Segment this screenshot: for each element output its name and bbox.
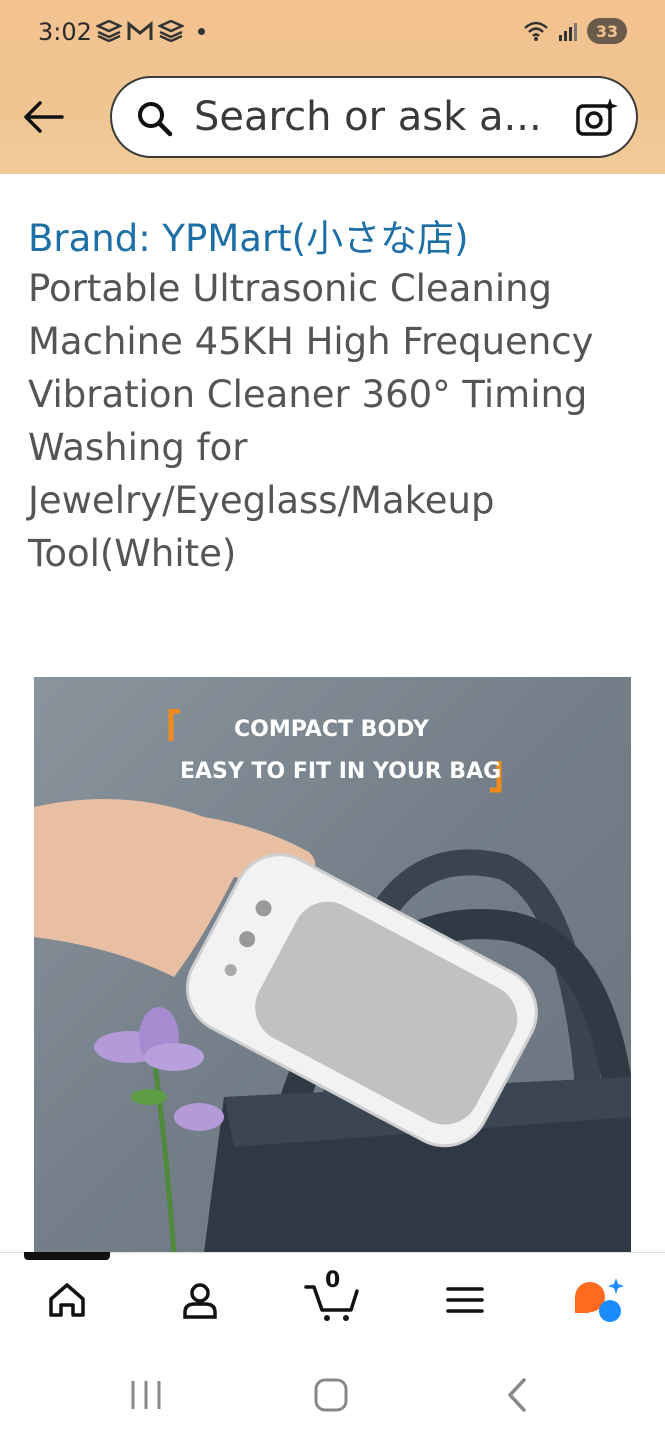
search-icon — [136, 100, 174, 142]
notification-app-icon — [158, 20, 184, 42]
wifi-icon — [524, 21, 548, 41]
notification-app-icon — [96, 20, 122, 42]
product-photo — [34, 799, 631, 1253]
back-nav-icon[interactable] — [504, 1376, 532, 1414]
arrow-left-icon — [24, 101, 64, 133]
search-bar[interactable]: Search or ask a... — [110, 76, 638, 158]
account-icon — [183, 1283, 217, 1319]
more-notifications-dot — [198, 27, 205, 35]
active-tab-indicator — [24, 1252, 110, 1260]
product-image[interactable]: COMPACT BODY EASY TO FIT IN YOUR BAG — [34, 677, 631, 1253]
nav-cart[interactable]: 0 — [301, 1268, 361, 1328]
camera-search-icon[interactable] — [574, 96, 618, 144]
home-nav-icon[interactable] — [312, 1376, 350, 1414]
nav-home[interactable] — [37, 1272, 97, 1328]
search-input[interactable]: Search or ask a... — [194, 94, 542, 140]
app-header: 3:02 33 Search or ask a... — [0, 0, 665, 174]
notification-icons — [96, 20, 205, 42]
back-button[interactable] — [22, 95, 66, 139]
nav-rufus[interactable] — [568, 1272, 628, 1328]
recent-apps-icon[interactable] — [128, 1378, 164, 1412]
signal-icon — [559, 23, 577, 41]
status-bar: 3:02 33 — [0, 0, 665, 68]
home-icon — [49, 1283, 85, 1317]
product-title: Portable Ultrasonic Cleaning Machine 45K… — [28, 267, 594, 575]
rufus-icon — [575, 1278, 624, 1322]
brand-link[interactable]: Brand: YPMart(小さな店) — [28, 208, 469, 262]
nav-menu[interactable] — [435, 1272, 495, 1328]
cart-count-badge: 0 — [325, 1268, 341, 1293]
status-time: 3:02 — [38, 18, 92, 46]
nav-account[interactable] — [170, 1272, 230, 1328]
battery-indicator: 33 — [587, 18, 627, 44]
system-status: 33 — [523, 18, 627, 44]
gmail-icon — [127, 20, 153, 40]
menu-icon — [446, 1287, 484, 1313]
system-navigation-bar — [0, 1348, 665, 1440]
